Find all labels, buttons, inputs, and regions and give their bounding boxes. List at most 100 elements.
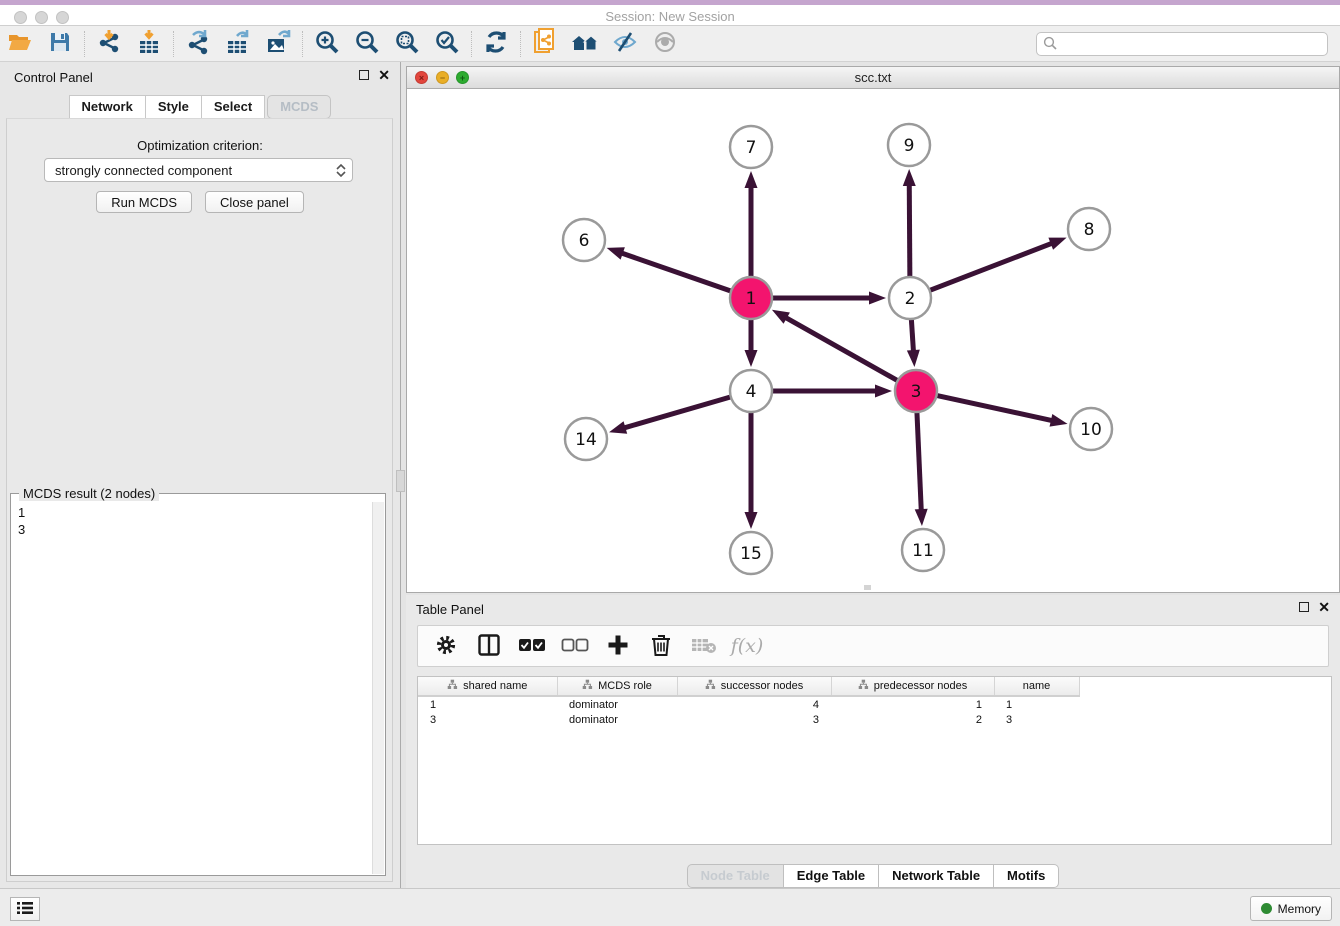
divider-grip[interactable] xyxy=(396,470,405,492)
delete-table-button[interactable] xyxy=(690,632,718,660)
open-file-button[interactable] xyxy=(0,29,40,59)
graph-edge[interactable] xyxy=(622,397,731,429)
delete-column-button[interactable] xyxy=(647,632,675,660)
tab-select[interactable]: Select xyxy=(202,95,265,119)
select-all-button[interactable] xyxy=(518,632,546,660)
tab-motifs[interactable]: Motifs xyxy=(994,864,1059,888)
float-panel-icon[interactable] xyxy=(359,70,369,80)
attribute-tree-icon xyxy=(447,679,458,693)
home-button[interactable] xyxy=(565,29,605,59)
graph-node-label: 8 xyxy=(1084,220,1095,240)
close-table-panel-icon[interactable]: ✕ xyxy=(1318,602,1330,612)
node-table[interactable]: shared name MCDS rolesuccessor nodesprede… xyxy=(417,676,1332,845)
zoom-out-button[interactable] xyxy=(347,29,387,59)
table-row[interactable]: 1dominator411 xyxy=(418,696,1103,712)
mcds-result-line: 1 xyxy=(18,504,366,521)
network-graph-canvas[interactable]: 1234678910111415 xyxy=(407,89,1339,592)
graph-edge[interactable] xyxy=(619,252,731,291)
network-file-icon xyxy=(532,28,558,59)
graph-edge-arrowhead xyxy=(903,169,916,186)
tab-edge-table[interactable]: Edge Table xyxy=(784,864,879,888)
columns-icon xyxy=(477,633,501,660)
close-panel-icon[interactable]: ✕ xyxy=(378,70,390,80)
column-header-name[interactable]: name xyxy=(994,677,1079,696)
zoom-in-button[interactable] xyxy=(307,29,347,59)
import-table-button[interactable] xyxy=(129,29,169,59)
export-table-icon xyxy=(225,29,251,58)
run-mcds-button[interactable]: Run MCDS xyxy=(96,191,192,213)
zoom-selected-button[interactable] xyxy=(427,29,467,59)
column-header-predecessor-nodes[interactable]: predecessor nodes xyxy=(831,677,994,696)
tab-mcds[interactable]: MCDS xyxy=(267,95,331,119)
result-scrollbar[interactable] xyxy=(372,502,384,874)
attribute-tree-icon xyxy=(705,679,716,693)
network-window-title: scc.txt xyxy=(407,70,1339,85)
save-session-button[interactable] xyxy=(40,29,80,59)
memory-button[interactable]: Memory xyxy=(1250,896,1332,921)
table-cell[interactable]: 3 xyxy=(418,712,557,728)
graph-edge-arrowhead xyxy=(772,310,790,324)
hide-toggle-button[interactable] xyxy=(605,29,645,59)
network-resize-grip[interactable] xyxy=(864,585,871,590)
graph-node-label: 11 xyxy=(912,541,934,561)
column-visibility-button[interactable] xyxy=(475,632,503,660)
toolbar-separator xyxy=(520,31,521,57)
graph-edge[interactable] xyxy=(937,395,1055,421)
export-image-icon xyxy=(265,29,291,58)
network-window-titlebar[interactable]: × − + scc.txt xyxy=(407,67,1339,89)
table-cell[interactable]: 2 xyxy=(831,712,994,728)
attribute-tree-icon xyxy=(858,679,869,693)
graph-edge[interactable] xyxy=(917,412,921,513)
deselect-all-button[interactable] xyxy=(561,632,589,660)
column-header-label: shared name xyxy=(463,680,527,692)
table-toolbar: f(x) xyxy=(417,625,1329,667)
table-cell[interactable]: dominator xyxy=(557,696,677,712)
task-history-button[interactable] xyxy=(10,897,40,921)
tab-node-table[interactable]: Node Table xyxy=(687,864,784,888)
table-cell[interactable]: 3 xyxy=(994,712,1079,728)
table-settings-button[interactable] xyxy=(432,632,460,660)
close-panel-button[interactable]: Close panel xyxy=(205,191,304,213)
fx-icon: f(x) xyxy=(731,635,764,657)
add-column-button[interactable] xyxy=(604,632,632,660)
search-box[interactable] xyxy=(1036,32,1328,56)
export-image-button[interactable] xyxy=(258,29,298,59)
tab-network[interactable]: Network xyxy=(69,95,146,119)
tab-style[interactable]: Style xyxy=(146,95,202,119)
column-header-shared-name[interactable]: shared name xyxy=(418,677,557,696)
table-cell[interactable]: dominator xyxy=(557,712,677,728)
zoom-out-icon xyxy=(354,29,380,58)
mcds-result-group: MCDS result (2 nodes) 13 xyxy=(10,493,386,876)
toolbar-separator xyxy=(471,31,472,57)
import-network-button[interactable] xyxy=(89,29,129,59)
float-table-panel-icon[interactable] xyxy=(1299,602,1309,612)
control-panel: Control Panel ✕ Network Style Select MCD… xyxy=(0,62,400,888)
mcds-result-text[interactable]: 13 xyxy=(12,502,372,874)
column-header-successor-nodes[interactable]: successor nodes xyxy=(677,677,831,696)
graph-edge[interactable] xyxy=(909,182,910,277)
graph-edge[interactable] xyxy=(930,242,1055,290)
graph-node-label: 14 xyxy=(575,430,597,450)
table-cell[interactable]: 1 xyxy=(418,696,557,712)
show-toggle-button[interactable] xyxy=(645,29,685,59)
zoom-selected-icon xyxy=(434,29,460,58)
column-header-MCDS-role[interactable]: MCDS role xyxy=(557,677,677,696)
apply-layout-button[interactable] xyxy=(476,29,516,59)
table-cell[interactable]: 1 xyxy=(994,696,1079,712)
function-builder-button[interactable]: f(x) xyxy=(733,632,761,660)
graph-edge[interactable] xyxy=(783,316,897,381)
control-panel-title: Control Panel xyxy=(14,70,93,85)
export-table-button[interactable] xyxy=(218,29,258,59)
criterion-dropdown[interactable]: strongly connected component xyxy=(44,158,353,182)
graph-edge[interactable] xyxy=(911,319,913,354)
table-cell[interactable]: 1 xyxy=(831,696,994,712)
search-input[interactable] xyxy=(1062,37,1321,51)
table-row[interactable]: 3dominator323 xyxy=(418,712,1103,728)
table-cell[interactable]: 4 xyxy=(677,696,831,712)
tab-network-table[interactable]: Network Table xyxy=(879,864,994,888)
refresh-icon xyxy=(483,29,509,58)
table-cell[interactable]: 3 xyxy=(677,712,831,728)
network-file-button[interactable] xyxy=(525,29,565,59)
zoom-fit-button[interactable] xyxy=(387,29,427,59)
export-network-button[interactable] xyxy=(178,29,218,59)
